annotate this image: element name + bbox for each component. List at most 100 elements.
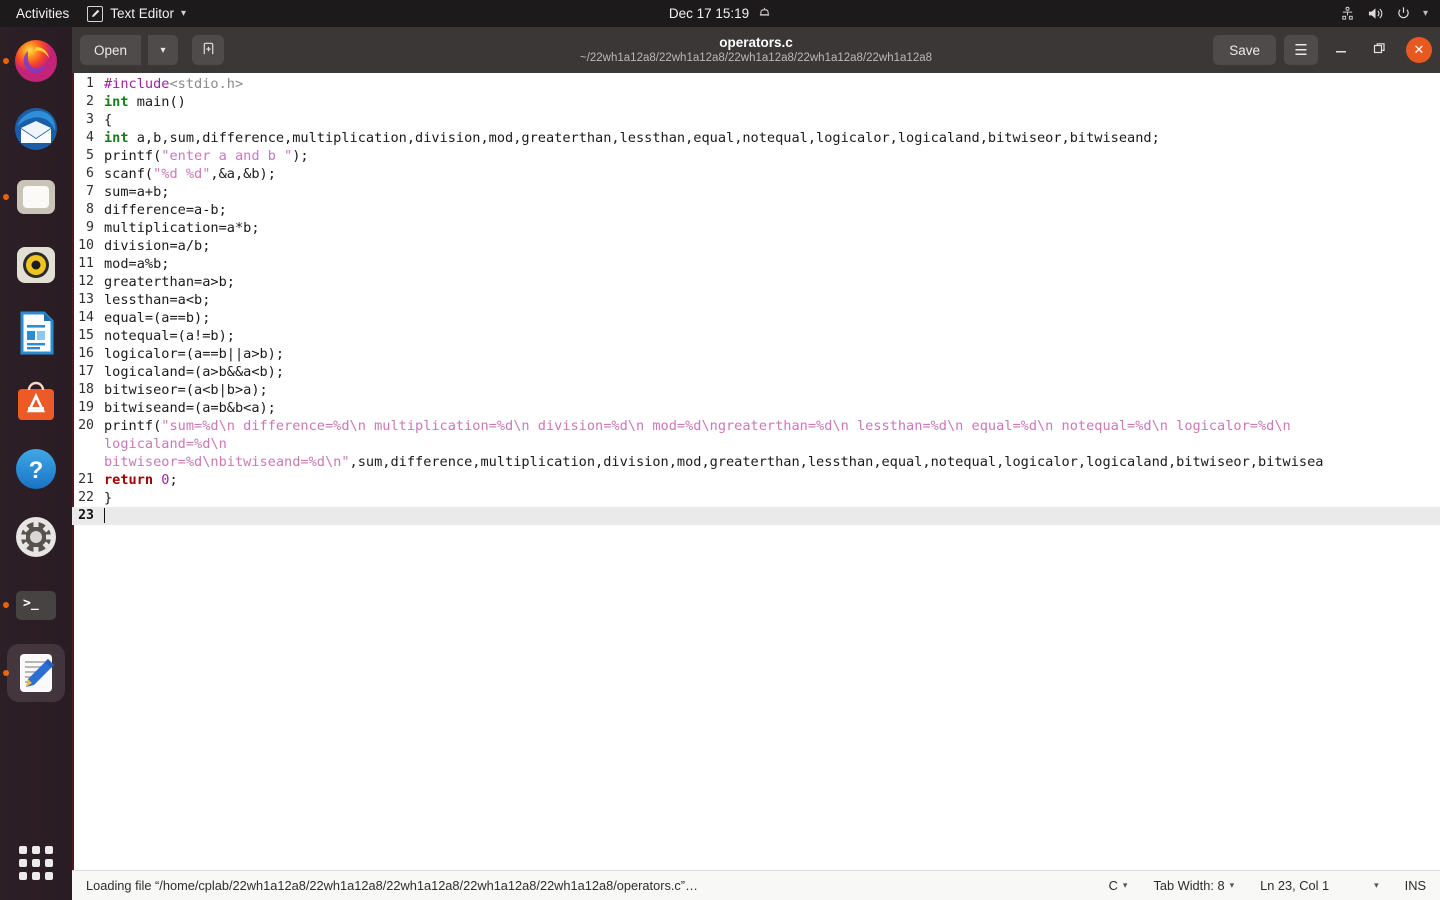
line-number: 15 [78,328,94,343]
cursor-position-selector[interactable]: Ln 23, Col 1 ▾ [1260,878,1379,893]
show-applications-button[interactable] [0,832,72,894]
code-text: lessthan=a<b; [94,291,210,309]
dock-item-help[interactable]: ? [0,435,72,503]
pencil-document-icon [87,5,104,22]
dock-item-rhythmbox[interactable] [0,231,72,299]
code-line: bitwiseor=%d\nbitwiseand=%d\n",sum,diffe… [72,453,1440,471]
code-token: mod=a%b; [104,256,170,272]
code-token: "enter a and b " [161,148,293,164]
code-line: 2 int main() [72,93,1440,111]
code-line: 1 #include<stdio.h> [72,75,1440,93]
code-text: bitwiseand=(a=b&b<a); [94,399,276,417]
close-button[interactable]: ✕ [1406,37,1432,63]
code-text: logicaland=(a>b&&a<b); [94,363,284,381]
code-line: 22} [72,489,1440,507]
app-menu-button[interactable]: Text Editor ▾ [79,5,194,22]
window-subtitle-path: ~/22wh1a12a8/22wh1a12a8/22wh1a12a8/22wh1… [579,51,933,64]
dock-item-thunderbird[interactable] [0,95,72,163]
code-token: ,sum,difference,multiplication,division,… [349,454,1324,470]
code-token: ); [292,148,309,164]
maximize-button[interactable] [1364,35,1394,65]
hamburger-menu-button[interactable]: ☰ [1284,35,1318,65]
code-line: 8 difference=a-b; [72,201,1440,219]
chevron-down-icon: ▾ [1374,880,1379,890]
tab-width-selector[interactable]: Tab Width: 8 ▾ [1153,878,1234,893]
line-number: 1 [86,76,94,91]
running-indicator-files [3,194,9,200]
code-text: scanf("%d %d",&a,&b); [94,165,276,183]
ubuntu-dock: ? >_ [0,27,72,900]
code-token: logicaland=%d\n [104,436,227,452]
save-button[interactable]: Save [1213,35,1276,65]
chevron-down-icon: ▾ [181,8,187,19]
line-number: 10 [78,238,94,253]
new-document-button[interactable] [192,35,225,65]
code-editor-area[interactable]: 1 #include<stdio.h> 2 int main() 3{4 int a,b,… [72,73,1440,870]
line-number [72,453,94,471]
accessibility-icon[interactable] [1340,6,1355,21]
dock-item-settings[interactable] [0,503,72,571]
libreoffice-writer-icon [12,309,60,357]
code-line: logicaland=%d\n [72,435,1440,453]
code-text: bitwiseor=%d\nbitwiseand=%d\n",sum,diffe… [94,453,1323,471]
code-token: return [104,472,154,488]
code-text: logicalor=(a==b||a>b); [94,345,284,363]
svg-text:>_: >_ [23,596,39,611]
minimize-icon [1335,43,1347,58]
code-line: 16 logicalor=(a==b||a>b); [72,345,1440,363]
close-x-icon: ✕ [1413,42,1425,57]
line-number: 22 [78,490,94,505]
chevron-down-icon[interactable]: ▾ [1423,8,1428,19]
language-selector[interactable]: C ▾ [1109,878,1128,893]
minimize-button[interactable] [1326,35,1356,65]
volume-icon[interactable] [1367,6,1384,21]
open-button[interactable]: Open [80,35,142,65]
line-number: 19 [78,400,94,415]
code-line: 13 lessthan=a<b; [72,291,1440,309]
code-token: bitwiseor=(a<b|b>a); [104,382,268,398]
code-token: ,&a,&b); [210,166,276,182]
clock-label[interactable]: Dec 17 15:19 [669,6,749,21]
code-text: printf("enter a and b "); [94,147,309,165]
code-line: 6 scanf("%d %d",&a,&b); [72,165,1440,183]
gnome-top-bar: Activities Text Editor ▾ Dec 17 15:19 ▾ [0,0,1440,27]
code-text: return 0; [94,471,178,489]
chevron-down-icon: ▾ [1229,880,1235,890]
new-document-icon [201,41,216,59]
code-line: 21 return 0; [72,471,1440,489]
code-token: difference=a-b; [104,202,227,218]
code-lines-container: 1 #include<stdio.h> 2 int main() 3{4 int a,b,… [72,73,1440,525]
dock-item-libreoffice-writer[interactable] [0,299,72,367]
code-token: } [104,490,113,506]
code-line: 17 logicaland=(a>b&&a<b); [72,363,1440,381]
code-token: <stdio.h> [169,76,244,92]
text-editor-window: Open ▾ operators.c ~/22wh1a12a8/22wh1a12… [72,27,1440,900]
activities-button[interactable]: Activities [0,0,79,27]
code-token: bitwiseand=(a=b&b<a); [104,400,276,416]
code-line: 19 bitwiseand=(a=b&b<a); [72,399,1440,417]
code-line: 20 printf("sum=%d\n difference=%d\n multi… [72,417,1440,435]
dock-item-ubuntu-software[interactable] [0,367,72,435]
code-text: difference=a-b; [94,201,227,219]
dock-item-firefox[interactable] [0,27,72,95]
dock-item-terminal[interactable]: >_ [0,571,72,639]
window-title: operators.c [719,34,793,50]
code-token: "sum=%d\n difference=%d\n multiplication… [161,418,1291,434]
code-text: int main() [94,93,186,111]
code-text: #include<stdio.h> [94,75,243,93]
line-number: 3 [86,112,94,127]
line-number: 21 [78,472,94,487]
power-icon[interactable] [1396,6,1411,21]
system-tray[interactable]: ▾ [1340,0,1428,27]
svg-text:?: ? [29,457,44,484]
dock-item-files[interactable] [0,163,72,231]
code-token: printf( [104,418,162,434]
header-right-actions: Save ☰ ✕ [1213,35,1432,65]
dock-item-text-editor[interactable] [0,639,72,707]
open-dropdown-button[interactable]: ▾ [148,35,179,65]
code-token: a,b,sum,difference,multiplication,divisi… [128,130,1160,146]
line-number: 11 [78,256,94,271]
code-line: 9 multiplication=a*b; [72,219,1440,237]
code-line: 11 mod=a%b; [72,255,1440,273]
notification-bell-icon[interactable] [758,5,771,22]
